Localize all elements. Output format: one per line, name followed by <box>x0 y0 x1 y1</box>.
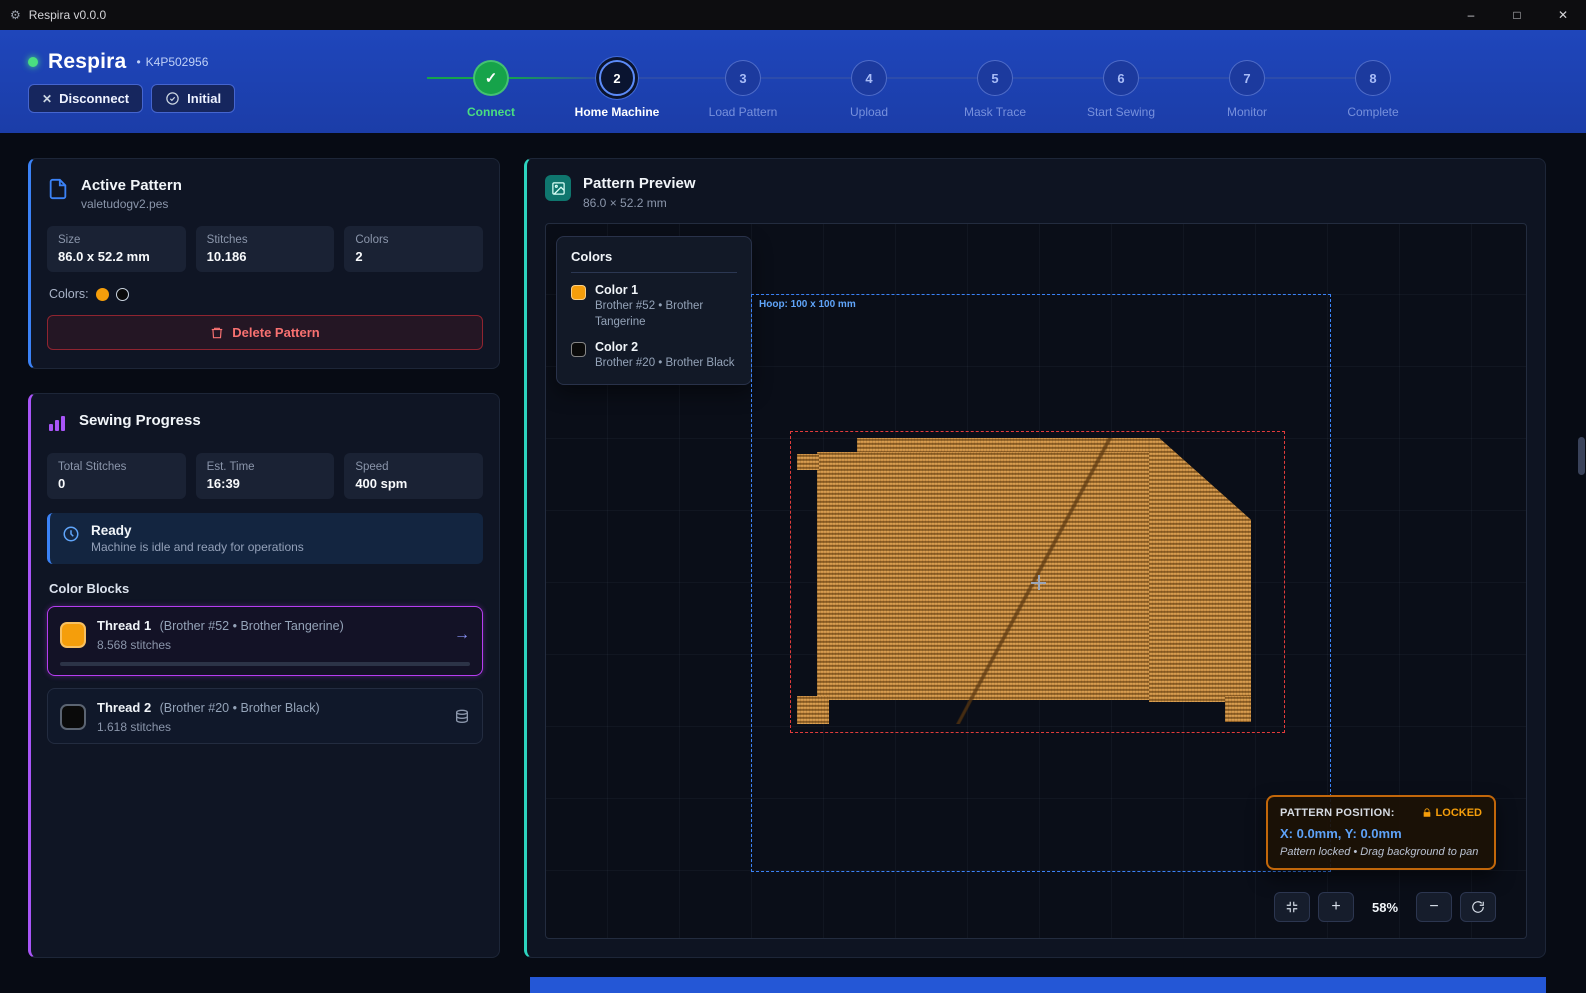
preview-canvas[interactable]: Colors Color 1 Brother #52 • Brother Tan… <box>545 223 1527 939</box>
maximize-button[interactable]: □ <box>1494 0 1540 30</box>
stat-colors: Colors 2 <box>344 226 483 272</box>
preview-dimensions: 86.0 × 52.2 mm <box>583 196 696 210</box>
thread-1-swatch <box>60 622 86 648</box>
stitch-region <box>1225 696 1251 722</box>
color-1-swatch <box>571 285 586 300</box>
trash-icon <box>210 326 224 340</box>
minimize-button[interactable]: – <box>1448 0 1494 30</box>
active-pattern-card: Active Pattern valetudogv2.pes Size 86.0… <box>28 158 500 369</box>
step-home-machine: 2 Home Machine <box>554 60 680 119</box>
color-item-1[interactable]: Color 1 Brother #52 • Brother Tangerine <box>571 283 737 330</box>
step-mask-trace-circle[interactable]: 5 <box>977 60 1013 96</box>
lock-icon <box>1422 808 1432 818</box>
stat-est-time: Est. Time 16:39 <box>196 453 335 499</box>
hoop-label: Hoop: 100 x 100 mm <box>759 299 856 310</box>
active-pattern-title: Active Pattern <box>81 177 182 194</box>
step-connect-circle[interactable]: ✓ <box>473 60 509 96</box>
color-2-swatch <box>571 342 586 357</box>
image-icon <box>545 175 571 201</box>
app-name: Respira <box>48 50 126 74</box>
step-load-pattern: 3 Load Pattern <box>680 60 806 119</box>
layers-stack-icon <box>454 709 470 725</box>
close-x-icon: ✕ <box>42 92 52 106</box>
clock-icon <box>62 525 80 543</box>
machine-serial: • K4P502956 <box>136 55 208 69</box>
reset-view-button[interactable] <box>1460 892 1496 922</box>
thread-block-1[interactable]: Thread 1 (Brother #52 • Brother Tangerin… <box>47 606 483 676</box>
zoom-out-button[interactable]: − <box>1416 892 1452 922</box>
zoom-level: 58% <box>1362 900 1408 915</box>
sewing-progress-title: Sewing Progress <box>79 412 201 429</box>
status-description: Machine is idle and ready for operations <box>91 540 304 554</box>
pattern-position-overlay: PATTERN POSITION: LOCKED X: 0.0mm, Y: 0.… <box>1266 795 1496 870</box>
window-title: Respira v0.0.0 <box>29 8 106 22</box>
stat-stitches: Stitches 10.186 <box>196 226 335 272</box>
colors-panel-title: Colors <box>571 249 737 273</box>
fit-view-icon <box>1285 900 1299 914</box>
initial-button[interactable]: Initial <box>151 84 235 113</box>
status-title: Ready <box>91 523 304 538</box>
stitch-region <box>1149 438 1251 702</box>
pattern-colors-row: Colors: <box>49 287 481 301</box>
stitch-region <box>797 454 819 470</box>
active-pattern-filename: valetudogv2.pes <box>81 197 182 211</box>
check-circle-icon <box>165 91 180 106</box>
step-upload: 4 Upload <box>806 60 932 119</box>
stat-total-stitches: Total Stitches 0 <box>47 453 186 499</box>
position-coordinates: X: 0.0mm, Y: 0.0mm <box>1280 826 1482 841</box>
titlebar: ⚙ Respira v0.0.0 – □ ✕ <box>0 0 1586 30</box>
left-column: Active Pattern valetudogv2.pes Size 86.0… <box>28 158 500 958</box>
close-button[interactable]: ✕ <box>1540 0 1586 30</box>
step-complete: 8 Complete <box>1310 60 1436 119</box>
color-item-2[interactable]: Color 2 Brother #20 • Brother Black <box>571 340 737 372</box>
machine-status-banner: Ready Machine is idle and ready for oper… <box>47 513 483 564</box>
bar-chart-icon <box>47 413 67 438</box>
pattern-preview-panel: Pattern Preview 86.0 × 52.2 mm Colors Co… <box>524 158 1546 958</box>
position-hint: Pattern locked • Drag background to pan <box>1280 846 1482 858</box>
step-monitor-circle[interactable]: 7 <box>1229 60 1265 96</box>
sewing-progress-card: Sewing Progress Total Stitches 0 Est. Ti… <box>28 393 500 958</box>
document-icon <box>47 178 69 205</box>
color-dot-black <box>116 288 129 301</box>
step-load-pattern-circle[interactable]: 3 <box>725 60 761 96</box>
connection-status-dot <box>28 57 38 67</box>
zoom-in-button[interactable]: + <box>1318 892 1354 922</box>
thread-2-swatch <box>60 704 86 730</box>
arrow-right-icon: → <box>454 626 470 644</box>
preview-title: Pattern Preview <box>583 175 696 192</box>
step-upload-circle[interactable]: 4 <box>851 60 887 96</box>
stitch-region <box>817 452 1171 700</box>
step-mask-trace: 5 Mask Trace <box>932 60 1058 119</box>
stat-speed: Speed 400 spm <box>344 453 483 499</box>
color-dot-orange <box>96 288 109 301</box>
step-connect: ✓ Connect <box>428 60 554 119</box>
app-logo-icon: ⚙ <box>10 8 21 22</box>
zoom-controls: + 58% − <box>1274 892 1496 922</box>
colors-panel: Colors Color 1 Brother #52 • Brother Tan… <box>556 236 752 385</box>
step-monitor: 7 Monitor <box>1184 60 1310 119</box>
footer-accent-bar <box>530 977 1546 993</box>
bullet-separator: • <box>136 55 140 69</box>
step-home-machine-circle[interactable]: 2 <box>599 60 635 96</box>
color-blocks-label: Color Blocks <box>49 581 481 596</box>
workflow-stepper: ✓ Connect 2 Home Machine 3 Load Pattern … <box>428 60 1438 119</box>
thread-block-2[interactable]: Thread 2 (Brother #20 • Brother Black) 1… <box>47 688 483 744</box>
step-start-sewing-circle[interactable]: 6 <box>1103 60 1139 96</box>
step-start-sewing: 6 Start Sewing <box>1058 60 1184 119</box>
locked-badge: LOCKED <box>1422 807 1482 819</box>
scrollbar-thumb[interactable] <box>1578 437 1585 475</box>
disconnect-button[interactable]: ✕ Disconnect <box>28 84 143 113</box>
stat-size: Size 86.0 x 52.2 mm <box>47 226 186 272</box>
fit-view-button[interactable] <box>1274 892 1310 922</box>
crosshair <box>1031 575 1046 590</box>
stitch-region <box>797 696 829 724</box>
delete-pattern-button[interactable]: Delete Pattern <box>47 315 483 350</box>
app-header: Respira • K4P502956 ✕ Disconnect Initial… <box>0 30 1586 133</box>
thread-1-progress-bar <box>60 662 470 666</box>
position-title: PATTERN POSITION: <box>1280 807 1395 819</box>
refresh-icon <box>1471 900 1485 914</box>
main-content: Active Pattern valetudogv2.pes Size 86.0… <box>0 133 1586 993</box>
step-complete-circle[interactable]: 8 <box>1355 60 1391 96</box>
